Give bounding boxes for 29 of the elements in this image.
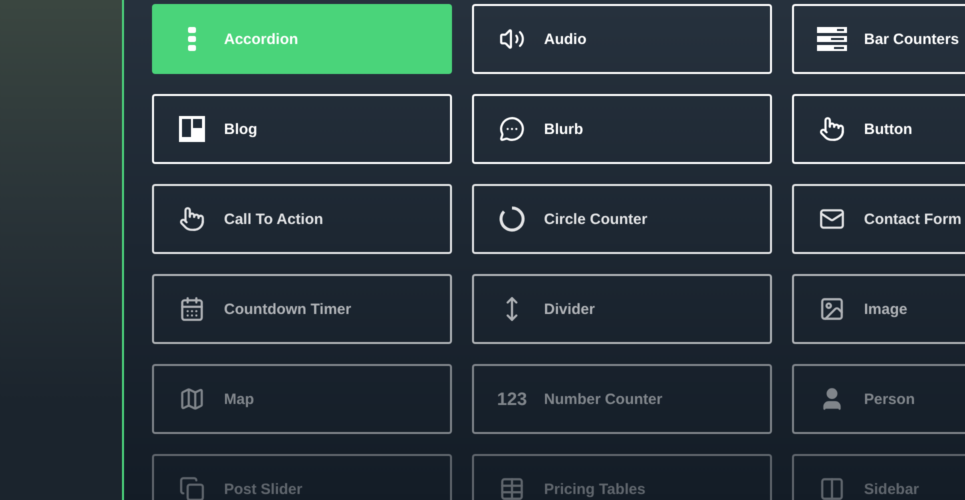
module-button[interactable]: Blurb bbox=[472, 94, 772, 164]
module-button[interactable]: Person bbox=[792, 364, 965, 434]
module-button[interactable]: Countdown Timer bbox=[152, 274, 452, 344]
module-button[interactable]: Button bbox=[792, 94, 965, 164]
hand-pointer-icon bbox=[819, 116, 845, 142]
module-button[interactable]: Contact Form bbox=[792, 184, 965, 254]
module-button[interactable]: Image bbox=[792, 274, 965, 344]
copy-icon bbox=[179, 476, 205, 500]
image-icon bbox=[819, 296, 845, 322]
module-button[interactable]: Blog bbox=[152, 94, 452, 164]
columns-icon bbox=[819, 476, 845, 500]
module-button[interactable]: Call To Action bbox=[152, 184, 452, 254]
speaker-icon bbox=[499, 26, 525, 52]
module-button[interactable]: Audio bbox=[472, 4, 772, 74]
ring-icon bbox=[498, 205, 526, 233]
layout-icon bbox=[179, 116, 205, 142]
bars-icon bbox=[817, 27, 847, 51]
module-button[interactable]: 123 Number Counter bbox=[472, 364, 772, 434]
calendar-icon bbox=[179, 296, 205, 322]
table-icon bbox=[499, 476, 525, 500]
speech-bubble-icon bbox=[499, 116, 525, 142]
module-button[interactable]: Circle Counter bbox=[472, 184, 772, 254]
module-button[interactable]: Map bbox=[152, 364, 452, 434]
module-button[interactable]: Bar Counters bbox=[792, 4, 965, 74]
module-button[interactable]: Divider bbox=[472, 274, 772, 344]
hand-pointer-icon bbox=[179, 206, 205, 232]
dots-icon bbox=[188, 27, 196, 51]
map-icon bbox=[179, 386, 205, 412]
number-icon-text: 123 bbox=[496, 388, 528, 410]
